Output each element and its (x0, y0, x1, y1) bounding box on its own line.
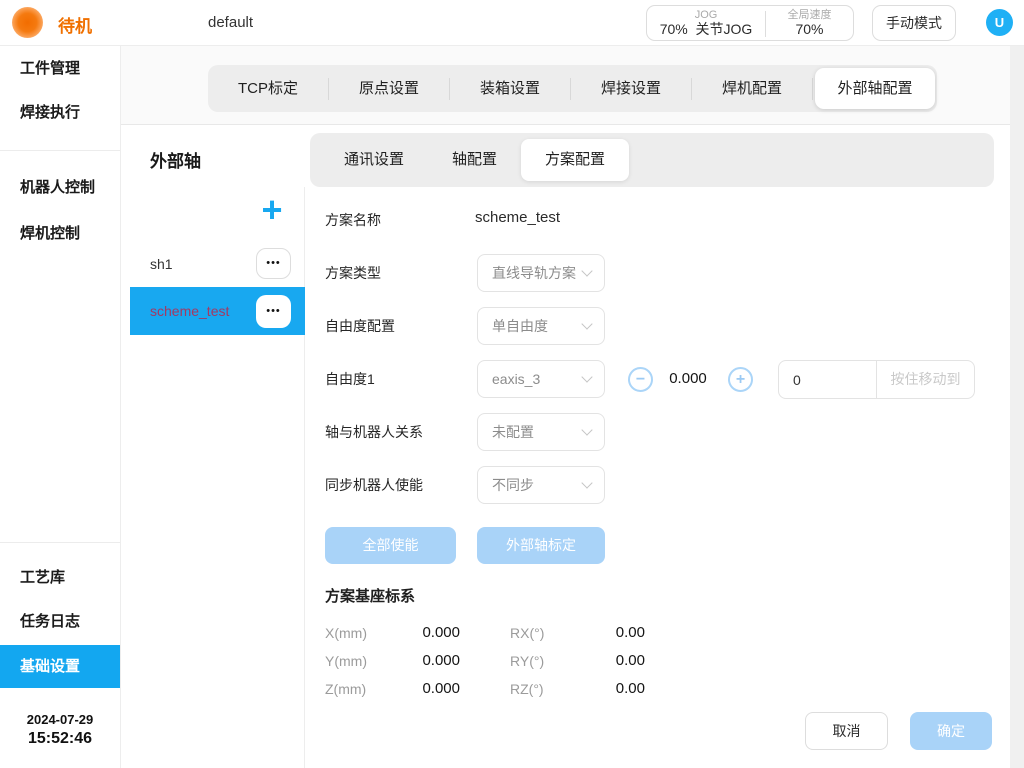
coord-z-value: 0.000 (400, 680, 460, 697)
right-gutter (1010, 46, 1024, 768)
manual-mode-button[interactable]: 手动模式 (872, 5, 956, 41)
tab-divider (812, 78, 813, 100)
scheme-type-selected-value: 直线导轨方案 (492, 255, 576, 291)
jog-speed-panel[interactable]: JOG 70% 关节JOG 全局速度 70% (646, 5, 854, 41)
jog-label: JOG (647, 9, 765, 21)
scheme-name-label: scheme_test (150, 287, 229, 335)
jog-value: 70% 关节JOG (647, 21, 765, 38)
coord-ry-value: 0.00 (590, 652, 645, 669)
scheme-name-value: scheme_test (475, 209, 560, 226)
coord-x-value: 0.000 (400, 624, 460, 641)
dof-config-dropdown[interactable]: 单自由度 (477, 307, 605, 345)
jog-section[interactable]: JOG 70% 关节JOG (647, 6, 765, 40)
sidebar-item-basic-settings[interactable]: 基础设置 (0, 645, 120, 688)
axis-robot-relation-field-label: 轴与机器人关系 (325, 422, 423, 442)
dof-config-field-label: 自由度配置 (325, 316, 395, 336)
global-speed-value: 70% (766, 21, 853, 38)
chevron-down-icon (581, 477, 592, 488)
settings-tabs: TCP标定 原点设置 装箱设置 焊接设置 焊机配置 外部轴配置 (208, 65, 937, 112)
subtab-scheme-config[interactable]: 方案配置 (521, 139, 629, 181)
sidebar-item-task-log[interactable]: 任务日志 (0, 611, 120, 633)
external-axis-calibrate-button[interactable]: 外部轴标定 (477, 527, 605, 564)
external-axis-subtabs: 通讯设置 轴配置 方案配置 (310, 133, 994, 187)
time-text: 15:52:46 (0, 729, 120, 749)
sidebar-item-workpiece-management[interactable]: 工件管理 (0, 58, 120, 80)
scheme-name-field-label: 方案名称 (325, 210, 381, 230)
subtab-communication-settings[interactable]: 通讯设置 (320, 139, 428, 181)
jog-minus-button[interactable]: − (628, 367, 653, 392)
sync-robot-enable-selected-value: 不同步 (492, 467, 534, 503)
dof1-axis-dropdown[interactable]: eaxis_3 (477, 360, 605, 398)
scheme-type-dropdown[interactable]: 直线导轨方案 (477, 254, 605, 292)
scheme-config-form: 方案名称 scheme_test 方案类型 直线导轨方案 自由度配置 单自由度 … (305, 187, 1010, 768)
robot-status-icon[interactable] (12, 7, 43, 38)
sync-robot-enable-dropdown[interactable]: 不同步 (477, 466, 605, 504)
coord-x-label: X(mm) (325, 625, 367, 641)
sidebar-item-welding-execution[interactable]: 焊接执行 (0, 102, 120, 124)
dof1-position-value: 0.000 (655, 370, 721, 387)
tab-tcp-calibration[interactable]: TCP标定 (208, 65, 328, 112)
coord-y-label: Y(mm) (325, 653, 367, 669)
tab-origin-settings[interactable]: 原点设置 (329, 65, 449, 112)
sync-robot-enable-field-label: 同步机器人使能 (325, 475, 423, 495)
subtab-axis-config[interactable]: 轴配置 (428, 139, 521, 181)
robot-status-text: 待机 (58, 12, 92, 37)
settings-tab-strip: TCP标定 原点设置 装箱设置 焊接设置 焊机配置 外部轴配置 (121, 46, 1010, 125)
chevron-down-icon (581, 318, 592, 329)
enable-all-button[interactable]: 全部使能 (325, 527, 456, 564)
chevron-down-icon (581, 424, 592, 435)
user-avatar[interactable]: U (986, 9, 1013, 36)
coord-rx-value: 0.00 (590, 624, 645, 641)
current-project-name: default (208, 14, 253, 31)
tab-external-axis-config[interactable]: 外部轴配置 (815, 68, 935, 109)
sidebar-item-welder-control[interactable]: 焊机控制 (0, 223, 120, 245)
move-target-input[interactable] (779, 361, 876, 398)
coord-rx-label: RX(°) (510, 625, 544, 641)
chevron-down-icon (581, 265, 592, 276)
coord-rz-value: 0.00 (590, 680, 645, 697)
tab-welding-settings[interactable]: 焊接设置 (571, 65, 691, 112)
add-scheme-button[interactable]: + (254, 193, 290, 229)
hold-to-move-button[interactable]: 按住移动到 (877, 361, 974, 398)
top-bar: 待机 default JOG 70% 关节JOG 全局速度 70% 手动模式 U (0, 0, 1024, 46)
scheme-name-label: sh1 (150, 245, 173, 283)
dof1-selected-axis: eaxis_3 (492, 361, 540, 397)
cancel-button[interactable]: 取消 (805, 712, 888, 750)
chevron-down-icon (581, 371, 592, 382)
confirm-button[interactable]: 确定 (910, 712, 992, 750)
axis-robot-relation-selected-value: 未配置 (492, 414, 534, 450)
sidebar-item-process-library[interactable]: 工艺库 (0, 567, 120, 589)
scheme-list-item-scheme-test[interactable]: scheme_test ••• (130, 287, 305, 335)
global-speed-section[interactable]: 全局速度 70% (766, 6, 853, 40)
date-text: 2024-07-29 (0, 711, 120, 729)
sidebar-divider (0, 542, 120, 543)
coord-rz-label: RZ(°) (510, 681, 544, 697)
coord-z-label: Z(mm) (325, 681, 366, 697)
global-speed-label: 全局速度 (766, 9, 853, 21)
base-frame-section-title: 方案基座标系 (325, 585, 415, 606)
scheme-list-item-sh1[interactable]: sh1 ••• (130, 245, 305, 283)
move-to-group: 按住移动到 (778, 360, 975, 399)
more-options-icon[interactable]: ••• (256, 295, 291, 328)
dof1-field-label: 自由度1 (325, 369, 375, 389)
sidebar-divider (0, 150, 120, 151)
sidebar: 工件管理 焊接执行 机器人控制 焊机控制 工艺库 任务日志 基础设置 2024-… (0, 46, 121, 768)
tab-welder-config[interactable]: 焊机配置 (692, 65, 812, 112)
coord-y-value: 0.000 (400, 652, 460, 669)
more-options-icon[interactable]: ••• (256, 248, 291, 279)
datetime-display: 2024-07-29 15:52:46 (0, 711, 120, 749)
tab-packing-settings[interactable]: 装箱设置 (450, 65, 570, 112)
scheme-type-field-label: 方案类型 (325, 263, 381, 283)
scheme-list-panel: + sh1 ••• scheme_test ••• (130, 187, 305, 768)
sidebar-item-robot-control[interactable]: 机器人控制 (0, 177, 120, 199)
app-window: 待机 default JOG 70% 关节JOG 全局速度 70% 手动模式 U… (0, 0, 1024, 768)
axis-robot-relation-dropdown[interactable]: 未配置 (477, 413, 605, 451)
dof-config-selected-value: 单自由度 (492, 308, 548, 344)
coord-ry-label: RY(°) (510, 653, 544, 669)
jog-plus-button[interactable]: + (728, 367, 753, 392)
page-title-external-axis: 外部轴 (150, 147, 201, 172)
